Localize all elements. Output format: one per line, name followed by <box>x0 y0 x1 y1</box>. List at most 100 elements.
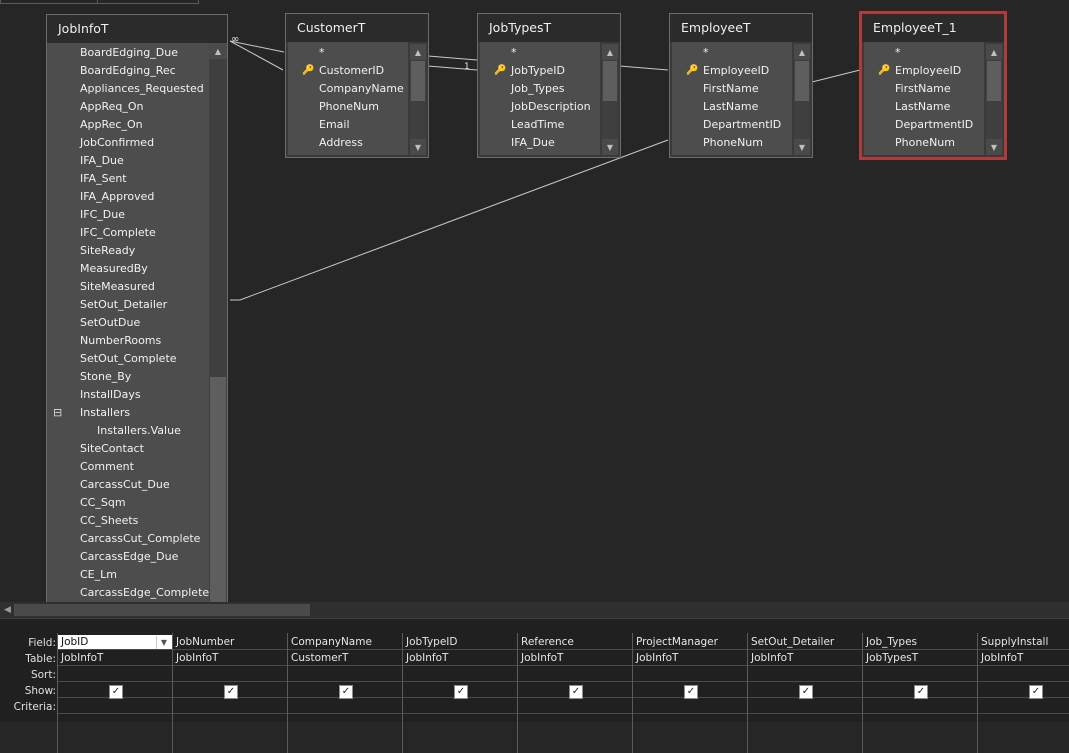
field-item[interactable]: 🔑 EmployeeID <box>672 62 792 80</box>
field-item[interactable]: 🔑 CustomerID <box>288 62 408 80</box>
scroll-thumb[interactable] <box>795 61 809 101</box>
show-checkbox[interactable]: ✓ <box>454 685 468 699</box>
grid-column[interactable]: ProjectManager JobInfoT ✓ <box>632 633 747 753</box>
field-item[interactable]: SetOut_Complete <box>47 350 209 368</box>
grid-criteria-cell[interactable] <box>863 699 977 714</box>
field-item[interactable]: Email <box>288 116 408 134</box>
field-item[interactable]: MeasuredBy <box>47 260 209 278</box>
field-item[interactable]: IFA_Due <box>480 134 600 152</box>
table-window-customert[interactable]: CustomerT * 🔑 CustomerID CompanyName PhoneNu… <box>285 13 429 158</box>
show-checkbox[interactable]: ✓ <box>224 685 238 699</box>
field-item[interactable]: AppReq_On <box>47 98 209 116</box>
chevron-down-icon[interactable]: ▼ <box>156 636 171 649</box>
grid-sort-cell[interactable] <box>748 667 862 682</box>
grid-sort-cell[interactable] <box>403 667 517 682</box>
collapse-icon[interactable]: ⊟ <box>53 404 62 422</box>
field-item[interactable]: ⊟ Installers <box>47 404 209 422</box>
join-line[interactable] <box>619 65 669 71</box>
grid-column[interactable]: CompanyName CustomerT ✓ <box>287 633 402 753</box>
query-design-area[interactable]: ∞ 1 JobInfoT BoardEdging_Due BoardEdging_… <box>0 4 1069 607</box>
grid-field-cell[interactable]: Job_Types <box>863 635 977 650</box>
field-item[interactable]: * <box>480 44 600 62</box>
show-checkbox[interactable]: ✓ <box>109 685 123 699</box>
scroll-left-icon[interactable]: ◀ <box>4 605 11 615</box>
show-checkbox[interactable]: ✓ <box>684 685 698 699</box>
grid-sort-cell[interactable] <box>633 667 747 682</box>
vertical-scrollbar[interactable]: ▲ ▼ <box>986 44 1002 155</box>
grid-column[interactable]: Reference JobInfoT ✓ <box>517 633 632 753</box>
field-item[interactable]: NumberRooms <box>47 332 209 350</box>
field-list[interactable]: * 🔑 EmployeeID FirstName LastName DepartmentI… <box>672 42 792 155</box>
grid-table-cell[interactable]: CustomerT <box>288 651 402 666</box>
vertical-scrollbar[interactable]: ▲ ▼ <box>794 44 810 155</box>
grid-table-cell[interactable]: JobInfoT <box>403 651 517 666</box>
field-item[interactable]: Appliances_Requested <box>47 80 209 98</box>
field-item[interactable]: SetOut_Detailer <box>47 296 209 314</box>
field-item[interactable]: CompanyName <box>288 80 408 98</box>
grid-criteria-cell[interactable] <box>288 699 402 714</box>
show-checkbox[interactable]: ✓ <box>569 685 583 699</box>
field-item[interactable]: JobConfirmed <box>47 134 209 152</box>
grid-criteria-cell[interactable] <box>403 699 517 714</box>
table-window-title[interactable]: EmployeeT_1 <box>862 14 1004 42</box>
scroll-up-icon[interactable]: ▲ <box>986 44 1002 60</box>
scroll-thumb[interactable] <box>210 377 226 607</box>
grid-field-cell[interactable]: Reference <box>518 635 632 650</box>
field-item[interactable]: DepartmentID <box>672 116 792 134</box>
field-list[interactable]: * 🔑 JobTypeID Job_Types JobDescription LeadTi… <box>480 42 600 155</box>
field-item[interactable]: * <box>288 44 408 62</box>
grid-field-cell[interactable]: CompanyName <box>288 635 402 650</box>
scroll-thumb[interactable] <box>987 61 1001 101</box>
join-line[interactable] <box>427 55 478 61</box>
field-item[interactable]: CC_Sqm <box>47 494 209 512</box>
field-item[interactable]: DepartmentID <box>864 116 984 134</box>
field-item[interactable]: InstallDays <box>47 386 209 404</box>
grid-field-cell[interactable]: SupplyInstall <box>978 635 1069 650</box>
grid-column[interactable]: JobID ▼ JobInfoT ✓ <box>57 633 172 753</box>
scroll-down-icon[interactable]: ▼ <box>794 139 810 155</box>
field-list[interactable]: BoardEdging_Due BoardEdging_Rec Appliances… <box>47 43 209 607</box>
scroll-thumb[interactable] <box>411 61 425 101</box>
scroll-thumb[interactable] <box>14 604 310 616</box>
field-item[interactable]: FirstName <box>672 80 792 98</box>
field-item[interactable]: PhoneNum <box>288 98 408 116</box>
grid-table-cell[interactable]: JobInfoT <box>633 651 747 666</box>
field-item[interactable]: CarcassEdge_Due <box>47 548 209 566</box>
table-window-employeet-1[interactable]: EmployeeT_1 * 🔑 EmployeeID FirstName LastNam… <box>859 11 1007 160</box>
field-item[interactable]: BoardEdging_Due <box>47 44 209 62</box>
scroll-up-icon[interactable]: ▲ <box>794 44 810 60</box>
grid-criteria-cell[interactable] <box>173 699 287 714</box>
field-item[interactable]: BoardEdging_Rec <box>47 62 209 80</box>
table-window-jobtypest[interactable]: JobTypesT * 🔑 JobTypeID Job_Types JobDescrip… <box>477 13 621 158</box>
field-item[interactable]: Installers.Value <box>47 422 209 440</box>
grid-table-cell[interactable]: JobTypesT <box>863 651 977 666</box>
field-list[interactable]: * 🔑 CustomerID CompanyName PhoneNum Email Addr… <box>288 42 408 155</box>
scroll-up-icon[interactable]: ▲ <box>602 44 618 60</box>
show-checkbox[interactable]: ✓ <box>1029 685 1043 699</box>
grid-criteria-cell[interactable] <box>58 699 172 714</box>
field-item[interactable]: IFA_Approved <box>47 188 209 206</box>
scroll-up-icon[interactable]: ▲ <box>209 43 227 59</box>
grid-table-cell[interactable]: JobInfoT <box>978 651 1069 666</box>
field-item[interactable]: 🔑 EmployeeID <box>864 62 984 80</box>
field-item[interactable]: Comment <box>47 458 209 476</box>
vertical-scrollbar[interactable]: ▲ <box>209 43 227 607</box>
field-item[interactable]: CarcassEdge_Complete <box>47 584 209 602</box>
grid-sort-cell[interactable] <box>863 667 977 682</box>
field-item[interactable]: CC_Sheets <box>47 512 209 530</box>
field-item[interactable]: LastName <box>864 98 984 116</box>
grid-sort-cell[interactable] <box>978 667 1069 682</box>
grid-field-cell[interactable]: ProjectManager <box>633 635 747 650</box>
scroll-up-icon[interactable]: ▲ <box>410 44 426 60</box>
vertical-scrollbar[interactable]: ▲ ▼ <box>410 44 426 155</box>
grid-sort-cell[interactable] <box>288 667 402 682</box>
field-item[interactable]: JobDescription <box>480 98 600 116</box>
grid-show-cell[interactable] <box>978 683 1069 698</box>
field-item[interactable]: Job_Types <box>480 80 600 98</box>
grid-sort-cell[interactable] <box>58 667 172 682</box>
grid-table-cell[interactable]: JobInfoT <box>173 651 287 666</box>
field-item[interactable]: LastName <box>672 98 792 116</box>
field-item[interactable]: IFC_Due <box>47 206 209 224</box>
grid-sort-cell[interactable] <box>518 667 632 682</box>
grid-criteria-cell[interactable] <box>978 699 1069 714</box>
